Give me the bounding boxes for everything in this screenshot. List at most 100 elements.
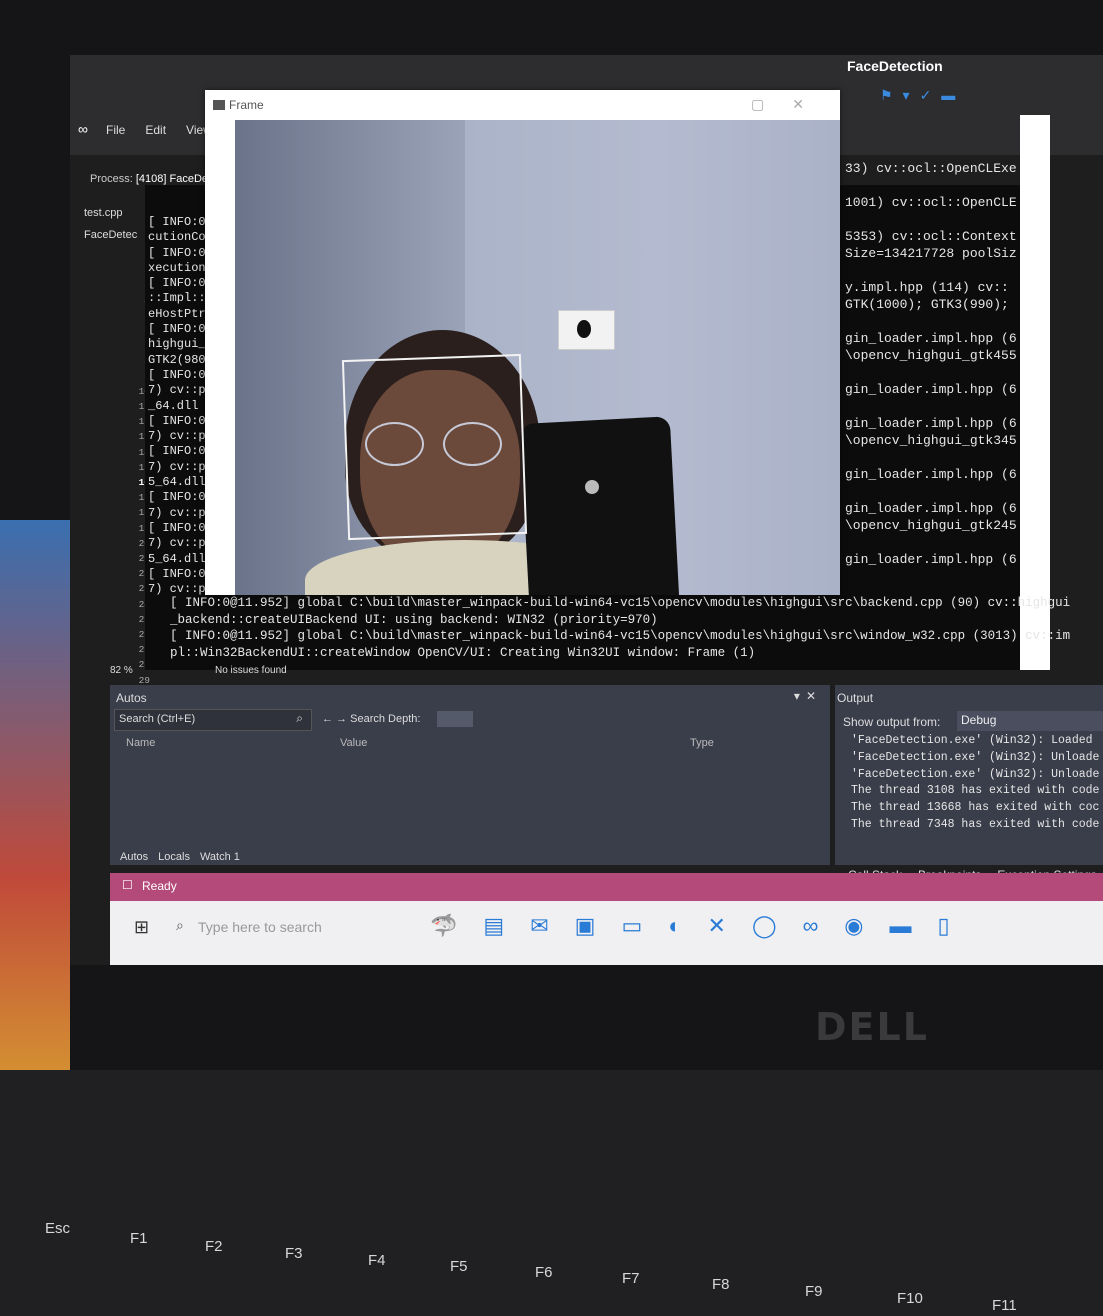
key-f5[interactable]: F5 <box>450 1258 468 1275</box>
shark-widget-icon[interactable]: 🦈 <box>430 913 457 939</box>
edge-icon[interactable]: ◐ <box>668 913 681 939</box>
column-value[interactable]: Value <box>340 737 367 749</box>
process-selector[interactable]: Process: [4108] FaceDet <box>90 173 211 185</box>
autos-title: Autos <box>116 691 147 705</box>
search-depth-dropdown[interactable] <box>437 711 473 727</box>
line-number: 9 <box>110 369 150 384</box>
zoom-level[interactable]: 82 % <box>110 665 133 676</box>
file-explorer-icon[interactable]: ▭ <box>621 913 642 939</box>
visual-studio-icon[interactable]: ∞ <box>803 913 819 939</box>
whatsapp-icon[interactable]: ◯ <box>752 913 777 939</box>
line-number: 4 <box>110 293 150 308</box>
console-line: gin_loader.impl.hpp (6 <box>845 501 1017 516</box>
key-f2[interactable]: F2 <box>205 1238 223 1255</box>
output-source-dropdown[interactable]: Debug <box>957 711 1103 731</box>
console-line: 5353) cv::ocl::Context <box>845 229 1017 244</box>
key-f4[interactable]: F4 <box>368 1252 386 1269</box>
console-line: _backend::createUIBackend UI: using back… <box>170 612 658 627</box>
store-icon[interactable]: ▣ <box>575 913 596 939</box>
console-right-text: 33) cv::ocl::OpenCLExe 1001) cv::ocl::Op… <box>845 160 1017 568</box>
frame-window[interactable]: Frame ▢✕ <box>205 90 840 595</box>
console-line: gin_loader.impl.hpp (6 <box>845 467 1017 482</box>
key-f1[interactable]: F1 <box>130 1230 148 1247</box>
taskbar-apps: 🦈 ▤ ✉ ▣ ▭ ◐ ✕ ◯ ∞ ◉ ▬ ▯ <box>430 913 950 939</box>
show-output-label: Show output from: <box>843 715 941 729</box>
chrome-icon[interactable]: ◉ <box>844 913 863 939</box>
console-line: [ INFO:0@11.952] global C:\build\master_… <box>170 629 1071 643</box>
menu-edit[interactable]: Edit <box>145 123 166 137</box>
status-bar: ☐ Ready <box>110 873 1103 901</box>
mail-icon[interactable]: ✉ <box>530 913 548 939</box>
issues-indicator[interactable]: No issues found <box>215 665 287 676</box>
taskbar-search[interactable]: ⌕ Type here to search <box>170 911 410 945</box>
line-number: 8 <box>110 353 150 368</box>
console-line: \opencv_highgui_gtk455 <box>845 348 1017 363</box>
terminal-icon[interactable]: ▬ <box>889 913 911 939</box>
window-controls[interactable]: ▢✕ <box>751 96 832 113</box>
console-line: y.impl.hpp (114) cv:: <box>845 280 1009 295</box>
output-line: 'FaceDetection.exe' (Win32): Unloade <box>851 750 1100 764</box>
file-tab[interactable]: test.cpp <box>84 207 123 219</box>
line-number: 21 <box>110 551 150 566</box>
tab-locals[interactable]: Locals <box>158 851 190 863</box>
console-line: gin_loader.impl.hpp (6 <box>845 416 1017 431</box>
column-type[interactable]: Type <box>690 737 714 749</box>
output-title: Output <box>837 691 874 705</box>
key-esc[interactable]: Esc <box>45 1220 70 1237</box>
console-scrollbar[interactable] <box>1020 115 1050 670</box>
dell-logo: DELL <box>815 1005 929 1049</box>
process-value[interactable]: [4108] FaceDet <box>136 173 211 185</box>
menu-file[interactable]: File <box>106 123 125 137</box>
line-number: 14 <box>110 445 150 460</box>
line-number: 12 <box>110 414 150 429</box>
autos-search-input[interactable]: Search (Ctrl+E) ⌕ <box>114 709 312 731</box>
console-line: GTK(1000); GTK3(990); <box>845 297 1009 312</box>
frame-title-bar[interactable]: Frame ▢✕ <box>205 90 840 120</box>
tab-autos[interactable]: Autos <box>120 851 148 863</box>
background-cloth <box>0 520 70 1120</box>
line-number: 10 <box>110 384 150 399</box>
task-view-icon[interactable]: ▤ <box>483 913 504 939</box>
key-f8[interactable]: F8 <box>712 1276 730 1293</box>
line-number: 25 <box>110 612 150 627</box>
console-line: Size=134217728 poolSiz <box>845 246 1017 261</box>
output-line: The thread 3108 has exited with code <box>851 784 1100 798</box>
column-name[interactable]: Name <box>126 737 155 749</box>
line-number: 13 <box>110 429 150 444</box>
window-icon[interactable]: ▯ <box>937 913 949 939</box>
windows-start-icon[interactable]: ⊞ <box>134 917 149 938</box>
line-number: 2 <box>110 262 150 277</box>
key-f10[interactable]: F10 <box>897 1290 923 1307</box>
line-number: 27 <box>110 642 150 657</box>
console-line: gin_loader.impl.hpp (6 <box>845 552 1017 567</box>
line-number: 3 <box>110 277 150 292</box>
taskbar-search-placeholder: Type here to search <box>198 919 322 935</box>
scope-dropdown[interactable]: FaceDetec <box>84 229 137 241</box>
key-f11[interactable]: F11 <box>992 1297 1017 1314</box>
key-f7[interactable]: F7 <box>622 1270 640 1287</box>
line-number: 19 <box>110 521 150 536</box>
phone <box>519 416 681 595</box>
console-line: [ INFO:0@11.952] global C:\build\master_… <box>170 596 1071 610</box>
windows-taskbar: ⊞ ⌕ Type here to search 🦈 ▤ ✉ ▣ ▭ ◐ ✕ ◯ … <box>110 901 1103 965</box>
vscode-icon[interactable]: ✕ <box>708 913 726 939</box>
plug <box>577 320 591 338</box>
key-f9[interactable]: F9 <box>805 1283 823 1300</box>
console-bottom-text: [ INFO:0@11.952] global C:\build\master_… <box>170 595 1070 661</box>
key-f6[interactable]: F6 <box>535 1264 553 1281</box>
line-number: 6 <box>110 323 150 338</box>
key-f3[interactable]: F3 <box>285 1245 303 1262</box>
panel-controls[interactable]: ▾✕ <box>794 689 822 703</box>
search-icon[interactable]: ⌕ <box>296 711 303 726</box>
console-line: \opencv_highgui_gtk245 <box>845 518 1017 533</box>
frame-title: Frame <box>229 98 264 112</box>
tab-watch-1[interactable]: Watch 1 <box>200 851 240 863</box>
phone-camera <box>585 480 599 494</box>
console-line: \opencv_highgui_gtk345 <box>845 433 1017 448</box>
camera-feed <box>235 120 840 595</box>
toolbar-icons[interactable]: ⚑▾✓▬ <box>880 87 965 104</box>
